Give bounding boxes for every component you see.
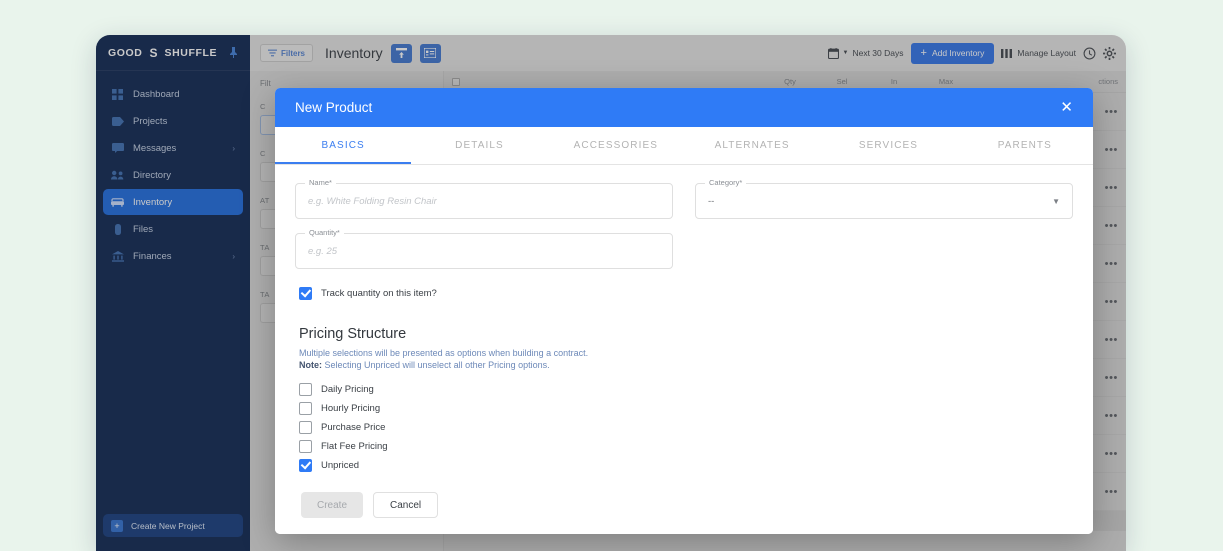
name-field-placeholder: e.g. White Folding Resin Chair [308, 195, 437, 207]
quantity-field-placeholder: e.g. 25 [308, 245, 338, 257]
category-select[interactable]: Category* -- ▼ [695, 178, 1073, 219]
modal-title: New Product [295, 100, 373, 115]
pricing-option-purchase[interactable]: Purchase Price [299, 421, 1073, 434]
unpriced-checkbox[interactable] [299, 459, 312, 472]
chevron-down-icon: ▼ [1052, 196, 1060, 206]
modal-header: New Product ✕ [275, 88, 1093, 127]
pricing-option-label: Daily Pricing [321, 384, 374, 395]
app-window: GOOD S SHUFFLE Dashboard Projects Messag… [96, 35, 1126, 551]
track-quantity-row[interactable]: Track quantity on this item? [299, 287, 1073, 300]
tab-parents[interactable]: PARENTS [957, 127, 1093, 164]
form-column-left: Name* e.g. White Folding Resin Chair Qua… [295, 178, 673, 283]
pricing-note-text: Selecting Unpriced will unselect all oth… [322, 360, 550, 370]
tab-basics[interactable]: BASICS [275, 127, 412, 164]
track-quantity-label: Track quantity on this item? [321, 288, 437, 299]
pricing-option-daily[interactable]: Daily Pricing [299, 383, 1073, 396]
pricing-option-label: Unpriced [321, 460, 360, 471]
flat-fee-pricing-checkbox[interactable] [299, 440, 312, 453]
pricing-option-label: Purchase Price [321, 422, 386, 433]
daily-pricing-checkbox[interactable] [299, 383, 312, 396]
pricing-options-list: Daily Pricing Hourly Pricing Purchase Pr… [299, 383, 1073, 472]
pricing-option-label: Flat Fee Pricing [321, 441, 388, 452]
category-field-label: Category* [705, 178, 747, 187]
tab-details[interactable]: DETAILS [411, 127, 547, 164]
hourly-pricing-checkbox[interactable] [299, 402, 312, 415]
create-button[interactable]: Create [301, 492, 364, 518]
pricing-option-hourly[interactable]: Hourly Pricing [299, 402, 1073, 415]
cancel-button[interactable]: Cancel [373, 492, 439, 518]
tab-services[interactable]: SERVICES [820, 127, 956, 164]
pricing-note-line-2: Note: Selecting Unpriced will unselect a… [299, 360, 1073, 370]
pricing-option-flat-fee[interactable]: Flat Fee Pricing [299, 440, 1073, 453]
pricing-option-label: Hourly Pricing [321, 403, 381, 414]
pricing-note-line-1: Multiple selections will be presented as… [299, 348, 589, 358]
pricing-option-unpriced[interactable]: Unpriced [299, 459, 1073, 472]
quantity-field-label: Quantity* [305, 228, 344, 237]
purchase-price-checkbox[interactable] [299, 421, 312, 434]
form-row-1: Name* e.g. White Folding Resin Chair Qua… [295, 178, 1073, 283]
tab-accessories[interactable]: ACCESSORIES [548, 127, 684, 164]
modal-tabs: BASICS DETAILS ACCESSORIES ALTERNATES SE… [275, 127, 1093, 165]
new-product-modal: New Product ✕ BASICS DETAILS ACCESSORIES… [275, 88, 1093, 534]
form-column-right: Category* -- ▼ [695, 178, 1073, 283]
modal-body: Name* e.g. White Folding Resin Chair Qua… [275, 165, 1093, 480]
track-quantity-checkbox[interactable] [299, 287, 312, 300]
quantity-field[interactable]: Quantity* e.g. 25 [295, 228, 673, 269]
name-field[interactable]: Name* e.g. White Folding Resin Chair [295, 178, 673, 219]
pricing-note-prefix: Note: [299, 360, 322, 370]
tab-alternates[interactable]: ALTERNATES [684, 127, 820, 164]
close-icon[interactable]: ✕ [1060, 100, 1073, 115]
pricing-structure-title: Pricing Structure [299, 326, 407, 342]
name-field-label: Name* [305, 178, 336, 187]
category-field-value: -- [708, 195, 715, 207]
modal-footer: Create Cancel [275, 480, 1093, 534]
